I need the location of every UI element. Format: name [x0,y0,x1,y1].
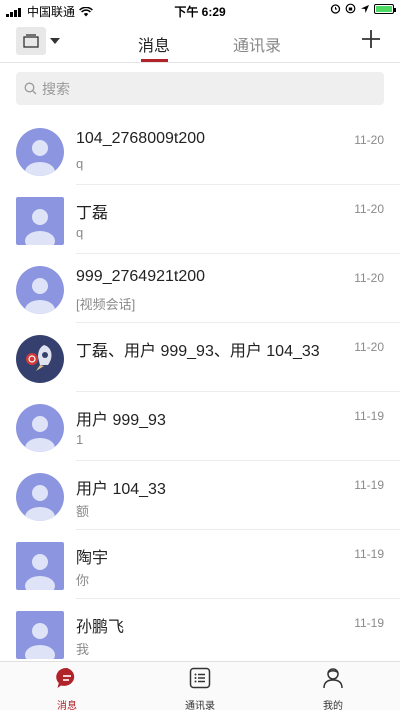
nav-me[interactable]: 我的 [303,666,363,712]
conversation-date: 11-20 [354,133,384,147]
person-icon [16,542,64,590]
group-avatar [16,335,64,383]
list-item[interactable]: 孙鹏飞 我 11-19 [0,599,400,668]
person-icon [16,266,64,314]
conversation-name: 104_2768009t200 [76,130,206,147]
menu-box [16,27,46,55]
person-icon [16,197,64,245]
search-input[interactable]: 搜索 [16,72,384,105]
avatar [16,404,64,452]
alarm-icon [330,4,341,14]
search-placeholder: 搜索 [42,80,70,97]
active-tab-indicator [141,59,168,62]
header: 消息 通讯录 [0,20,400,63]
search-icon [24,82,37,95]
list-item[interactable]: 104_2768009t200 q 11-20 [0,116,400,185]
conversation-date: 11-19 [354,478,384,492]
list-item[interactable]: 陶宇 你 11-19 [0,530,400,599]
conversation-preview: 我 [76,642,90,657]
avatar [16,266,64,314]
list-item[interactable]: 丁磊 q 11-20 [0,185,400,254]
person-icon [16,611,64,659]
list-item[interactable]: 999_2764921t200 [视频会话] 11-20 [0,254,400,323]
list-item[interactable]: 丁磊、用户 999_93、用户 104_33 11-20 [0,323,400,392]
nav-contacts[interactable]: 通讯录 [170,666,230,712]
conversation-preview: [视频会话] [76,297,136,312]
rocket-icon [16,335,64,383]
tab-messages[interactable]: 消息 [138,32,170,56]
conversation-name: 丁磊 [76,205,109,222]
conversation-name: 999_2764921t200 [76,268,206,285]
conversation-date: 11-19 [354,547,384,561]
conversation-list: 104_2768009t200 q 11-20 丁磊 q 11-20 999_2… [0,116,400,668]
conversation-date: 11-19 [354,409,384,423]
conversation-preview: q [76,225,84,240]
avatar [16,128,64,176]
conversation-name: 用户 104_33 [76,481,166,498]
conversation-date: 11-20 [354,340,384,354]
bottom-nav: 消息 通讯录 我的 [0,661,400,712]
status-bar: 中国联通 下午 6:29 [0,0,400,20]
conversation-date: 11-20 [354,271,384,285]
profile-icon [323,668,343,689]
add-icon[interactable] [360,28,382,50]
person-icon [16,473,64,521]
conversation-date: 11-19 [354,616,384,630]
conversation-preview: q [76,156,84,171]
location-icon [361,4,369,13]
list-item[interactable]: 用户 104_33 额 11-19 [0,461,400,530]
nav-messages[interactable]: 消息 [37,666,97,712]
conversation-preview: 你 [76,573,90,588]
conversation-name: 用户 999_93 [76,412,166,429]
chevron-down-icon [50,38,60,44]
tab-contacts[interactable]: 通讯录 [233,32,281,56]
chat-bubble-icon [56,667,75,688]
conversation-name: 陶宇 [76,550,109,567]
conversation-name: 孙鹏飞 [76,619,125,636]
conversation-name: 丁磊、用户 999_93、用户 104_33 [76,343,320,360]
conversation-preview: 1 [76,432,84,447]
orientation-lock-icon [345,3,356,14]
battery-icon [374,3,396,14]
avatar [16,611,64,659]
avatar [16,542,64,590]
contacts-list-icon [189,667,211,689]
window-icon [23,34,39,48]
conversation-date: 11-20 [354,202,384,216]
menu-button[interactable] [16,26,62,56]
list-item[interactable]: 用户 999_93 1 11-19 [0,392,400,461]
avatar [16,197,64,245]
person-icon [16,404,64,452]
conversation-preview: 额 [76,504,90,519]
status-right [330,3,396,14]
avatar [16,473,64,521]
person-icon [16,128,64,176]
